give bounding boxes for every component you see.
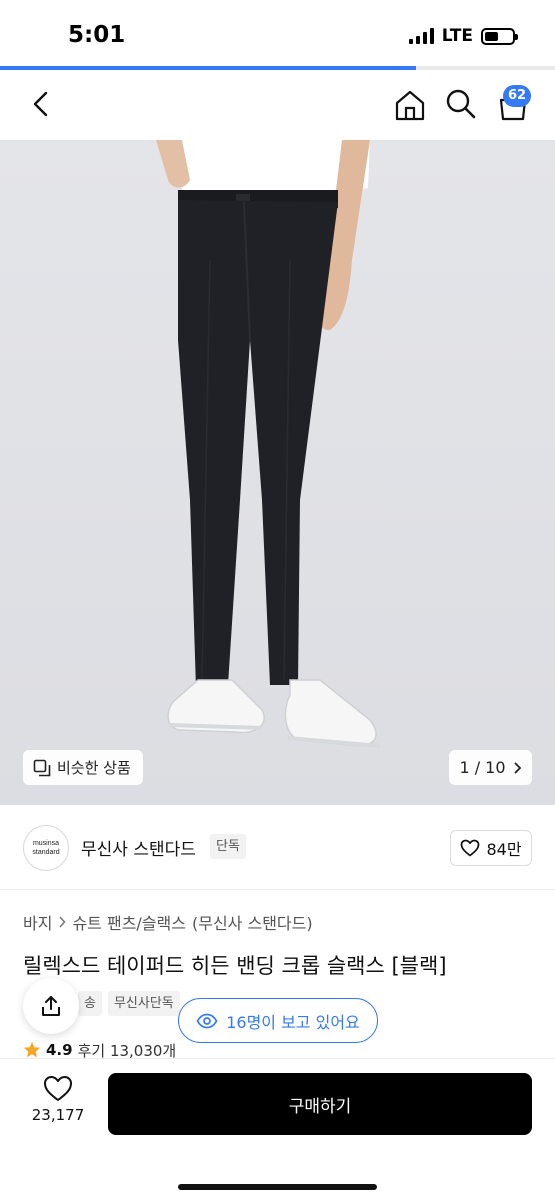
bottom-action-bar: 23,177 구매하기 [0, 1058, 555, 1200]
product-photo [156, 140, 381, 748]
breadcrumb-item[interactable]: (무신사 스탠다드) [192, 910, 313, 934]
status-time: 5:01 [68, 22, 126, 48]
star-icon [24, 1042, 40, 1058]
chevron-right-icon [513, 761, 521, 774]
copy-icon [33, 759, 51, 776]
top-nav [0, 70, 555, 140]
buy-button[interactable]: 구매하기 [108, 1073, 532, 1135]
eye-icon [196, 1013, 218, 1028]
wishlist-count: 23,177 [31, 1106, 85, 1124]
rating-score: 4.9 [46, 1041, 73, 1059]
search-icon[interactable] [445, 88, 477, 120]
battery-icon [481, 27, 518, 45]
brand-like-count: 84만 [486, 840, 522, 859]
share-button[interactable] [23, 978, 79, 1034]
product-tags: 송 무신사단독 [78, 991, 180, 1016]
brand-row: musinsa standard 무신사 스탠다드 단독 84만 [0, 805, 555, 890]
breadcrumb-item[interactable]: 슈트 팬츠/슬랙스 [72, 910, 186, 934]
breadcrumb-item[interactable]: 바지 [23, 910, 52, 934]
home-icon[interactable] [393, 88, 427, 122]
home-indicator [178, 1184, 377, 1190]
network-label: LTE [441, 26, 473, 46]
rating-row[interactable]: 4.9 후기 13,030개 [23, 1040, 176, 1060]
back-icon[interactable] [26, 88, 58, 120]
similar-products-button[interactable]: 비슷한 상품 [23, 750, 143, 785]
brand-logo-line2: standard [32, 849, 60, 856]
breadcrumb: 바지 슈트 팬츠/슬랙스 (무신사 스탠다드) [23, 910, 313, 934]
brand-name[interactable]: 무신사 스탠다드 [81, 835, 196, 860]
brand-logo-line1: musinsa [32, 840, 60, 847]
exclusive-badge: 단독 [210, 834, 246, 859]
cart-count-badge: 62 [503, 85, 532, 107]
chevron-right-icon [59, 916, 66, 928]
viewers-pill: 16명이 보고 있어요 [178, 998, 378, 1043]
share-icon [42, 996, 60, 1016]
heart-icon [461, 839, 480, 857]
brand-logo[interactable]: musinsa standard [23, 825, 69, 871]
heart-icon [44, 1076, 72, 1101]
similar-products-label: 비슷한 상품 [57, 759, 131, 777]
image-pager-label: 1 / 10 [459, 758, 506, 777]
signal-icon [408, 28, 434, 44]
image-pager[interactable]: 1 / 10 [449, 750, 532, 785]
review-count: 후기 13,030개 [77, 1041, 177, 1060]
product-tag: 무신사단독 [107, 991, 180, 1016]
status-bar: 5:01 LTE [0, 0, 555, 66]
wishlist-button[interactable]: 23,177 [26, 1075, 90, 1124]
product-title: 릴렉스드 테이퍼드 히든 밴딩 크롭 슬랙스 [블랙] [23, 954, 447, 978]
product-image[interactable]: 비슷한 상품 1 / 10 [0, 140, 555, 805]
status-indicators: LTE [408, 26, 518, 46]
viewers-label: 16명이 보고 있어요 [226, 1012, 360, 1032]
product-tag: 송 [78, 991, 102, 1016]
brand-like-button[interactable]: 84만 [450, 830, 532, 866]
